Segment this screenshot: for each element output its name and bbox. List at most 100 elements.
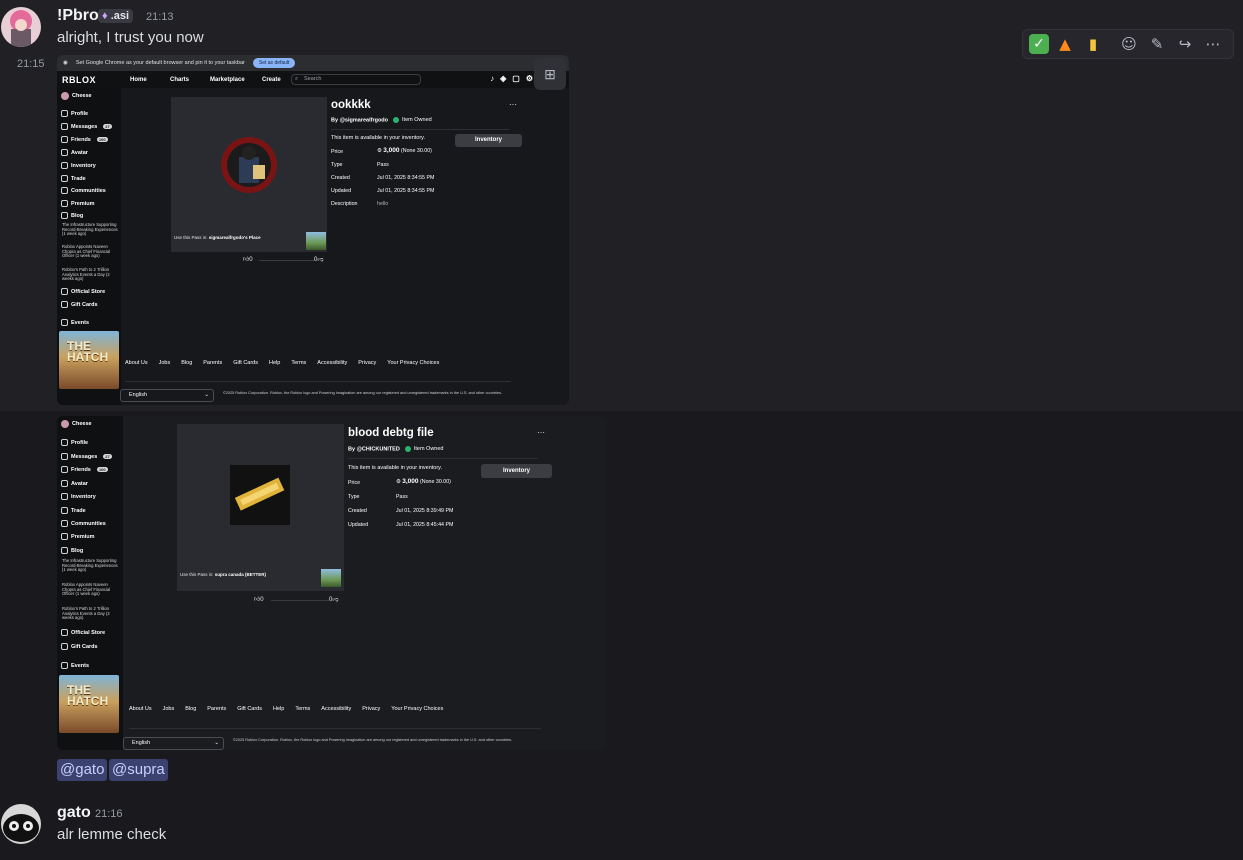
search-input[interactable]: ⌕ Search: [291, 74, 421, 85]
timestamp[interactable]: 21:16: [95, 808, 123, 820]
creator-link[interactable]: @CHICKUNITED: [357, 446, 400, 452]
language-select[interactable]: English ⌄: [120, 389, 214, 402]
sidebar-item-events[interactable]: Events: [61, 319, 89, 326]
username[interactable]: !Pbro: [57, 7, 99, 25]
sidebar-user[interactable]: Cheese: [61, 92, 92, 100]
sidebar-item-messages[interactable]: Messages 27: [61, 453, 112, 460]
friends-icon[interactable]: ▢: [512, 74, 520, 83]
footer-link[interactable]: Parents: [207, 706, 226, 712]
forward-icon[interactable]: ↪: [1173, 32, 1197, 56]
use-pass-place-link[interactable]: supra canada (BETTER): [215, 572, 266, 577]
footer-link[interactable]: Gift Cards: [233, 360, 258, 366]
sidebar-item-messages[interactable]: Messages 27: [61, 123, 112, 130]
thumbs-down-button[interactable]: 0👎︎: [329, 595, 338, 603]
username[interactable]: gato: [57, 804, 91, 822]
timestamp[interactable]: 21:13: [146, 11, 174, 23]
footer-link[interactable]: About Us: [129, 706, 152, 712]
footer-link[interactable]: Accessibility: [317, 360, 347, 366]
check-reaction-icon[interactable]: ✓: [1029, 34, 1049, 54]
inventory-button[interactable]: Inventory: [481, 464, 552, 478]
footer-link[interactable]: Your Privacy Choices: [391, 706, 443, 712]
footer-link[interactable]: Privacy: [358, 360, 376, 366]
sidebar-item-communities[interactable]: Communities: [61, 187, 106, 194]
footer-link[interactable]: Blog: [181, 360, 192, 366]
sidebar-item-avatar[interactable]: Avatar: [61, 149, 88, 156]
thumbs-up-button[interactable]: 👍︎0: [254, 595, 264, 603]
thumbs-up-reaction-icon[interactable]: ▮: [1081, 32, 1105, 56]
clan-tag[interactable]: ♦ .asi: [98, 9, 134, 23]
place-thumbnail[interactable]: [321, 569, 341, 587]
sidebar-user[interactable]: Cheese: [61, 420, 92, 428]
sidebar-item-premium[interactable]: Premium: [61, 533, 95, 540]
footer-link[interactable]: Jobs: [159, 360, 171, 366]
add-reaction-icon[interactable]: ☺: [1117, 32, 1141, 56]
overlay-action-button[interactable]: ⊞: [534, 58, 566, 90]
blog-post[interactable]: The Infrastructure Supporting Record-Bre…: [62, 558, 120, 573]
edit-icon[interactable]: ✎: [1145, 32, 1169, 56]
nav-charts[interactable]: Charts: [170, 77, 210, 83]
use-pass-place-link[interactable]: sigmarealfrgodo's Place: [209, 235, 261, 240]
place-thumbnail[interactable]: [306, 232, 326, 250]
more-options-icon[interactable]: ⋯: [537, 428, 545, 437]
roblox-logo[interactable]: RBLOX: [62, 75, 130, 85]
event-promo-image[interactable]: THE HATCH: [59, 331, 119, 389]
footer-link[interactable]: Jobs: [163, 706, 175, 712]
sidebar-item-gift-cards[interactable]: Gift Cards: [61, 643, 98, 650]
notifications-icon[interactable]: ♪: [490, 74, 494, 83]
fire-reaction-icon[interactable]: ▲: [1053, 32, 1077, 56]
attachment-image-1[interactable]: ◉ Set Google Chrome as your default brow…: [57, 55, 569, 405]
detail-label-type: Type: [348, 494, 360, 500]
footer-link[interactable]: Help: [269, 360, 280, 366]
footer-link[interactable]: Your Privacy Choices: [387, 360, 439, 366]
sidebar-item-official-store[interactable]: Official Store: [61, 629, 105, 636]
mention-supra[interactable]: @supra: [109, 759, 168, 781]
sidebar-item-events[interactable]: Events: [61, 662, 89, 669]
sidebar-item-blog[interactable]: Blog: [61, 212, 83, 219]
blog-post[interactable]: Roblox Appoints Naveen Chopra as Chief F…: [62, 582, 120, 597]
sidebar-item-avatar[interactable]: Avatar: [61, 480, 88, 487]
set-default-button[interactable]: Set as default: [252, 58, 296, 68]
sidebar-item-premium[interactable]: Premium: [61, 200, 95, 207]
footer-link[interactable]: About Us: [125, 360, 148, 366]
creator-link[interactable]: @sigmarealfrgodo: [340, 117, 388, 123]
blog-post[interactable]: Roblox's Path to 2 Trillion Analytics Ev…: [62, 606, 120, 621]
avatar-gato[interactable]: [1, 804, 41, 844]
sidebar-item-trade[interactable]: Trade: [61, 175, 86, 182]
blog-post[interactable]: Roblox's Path to 2 Trillion Analytics Ev…: [62, 267, 120, 282]
thumbs-down-button[interactable]: 0👎︎: [314, 255, 323, 263]
sidebar-item-friends[interactable]: Friends 100: [61, 136, 108, 143]
sidebar-item-communities[interactable]: Communities: [61, 520, 106, 527]
nav-marketplace[interactable]: Marketplace: [210, 77, 262, 83]
sidebar-item-inventory[interactable]: Inventory: [61, 493, 96, 500]
mention-gato[interactable]: @gato: [57, 759, 108, 781]
footer-link[interactable]: Parents: [203, 360, 222, 366]
blog-post[interactable]: Roblox Appoints Naveen Chopra as Chief F…: [62, 244, 120, 259]
avatar-pbro[interactable]: [1, 7, 41, 47]
sidebar-item-blog[interactable]: Blog: [61, 547, 83, 554]
thumbs-up-button[interactable]: 👍︎0: [243, 255, 253, 263]
nav-home[interactable]: Home: [130, 77, 170, 83]
sidebar-item-friends[interactable]: Friends 100: [61, 466, 108, 473]
footer-link[interactable]: Blog: [185, 706, 196, 712]
language-select[interactable]: English ⌄: [123, 737, 224, 750]
sidebar-item-profile[interactable]: Profile: [61, 439, 88, 446]
footer-link[interactable]: Accessibility: [321, 706, 351, 712]
footer-link[interactable]: Gift Cards: [237, 706, 262, 712]
sidebar-item-profile[interactable]: Profile: [61, 110, 88, 117]
sidebar-item-trade[interactable]: Trade: [61, 507, 86, 514]
footer-link[interactable]: Help: [273, 706, 284, 712]
sidebar-item-gift-cards[interactable]: Gift Cards: [61, 301, 98, 308]
footer-link[interactable]: Privacy: [362, 706, 380, 712]
sidebar-item-inventory[interactable]: Inventory: [61, 162, 96, 169]
robux-icon[interactable]: ◈: [500, 74, 506, 83]
footer-link[interactable]: Terms: [291, 360, 306, 366]
event-promo-image[interactable]: THE HATCH: [59, 675, 119, 733]
blog-post[interactable]: The Infrastructure Supporting Record-Bre…: [62, 222, 120, 237]
footer-link[interactable]: Terms: [295, 706, 310, 712]
more-icon[interactable]: ⋯: [1201, 32, 1225, 56]
sidebar-item-official-store[interactable]: Official Store: [61, 288, 105, 295]
inventory-button[interactable]: Inventory: [455, 134, 522, 147]
more-options-icon[interactable]: ⋯: [509, 100, 517, 109]
settings-icon[interactable]: ⚙: [526, 74, 533, 83]
attachment-image-2[interactable]: Cheese Profile Messages 27 Friends 100 Ava…: [57, 416, 606, 750]
